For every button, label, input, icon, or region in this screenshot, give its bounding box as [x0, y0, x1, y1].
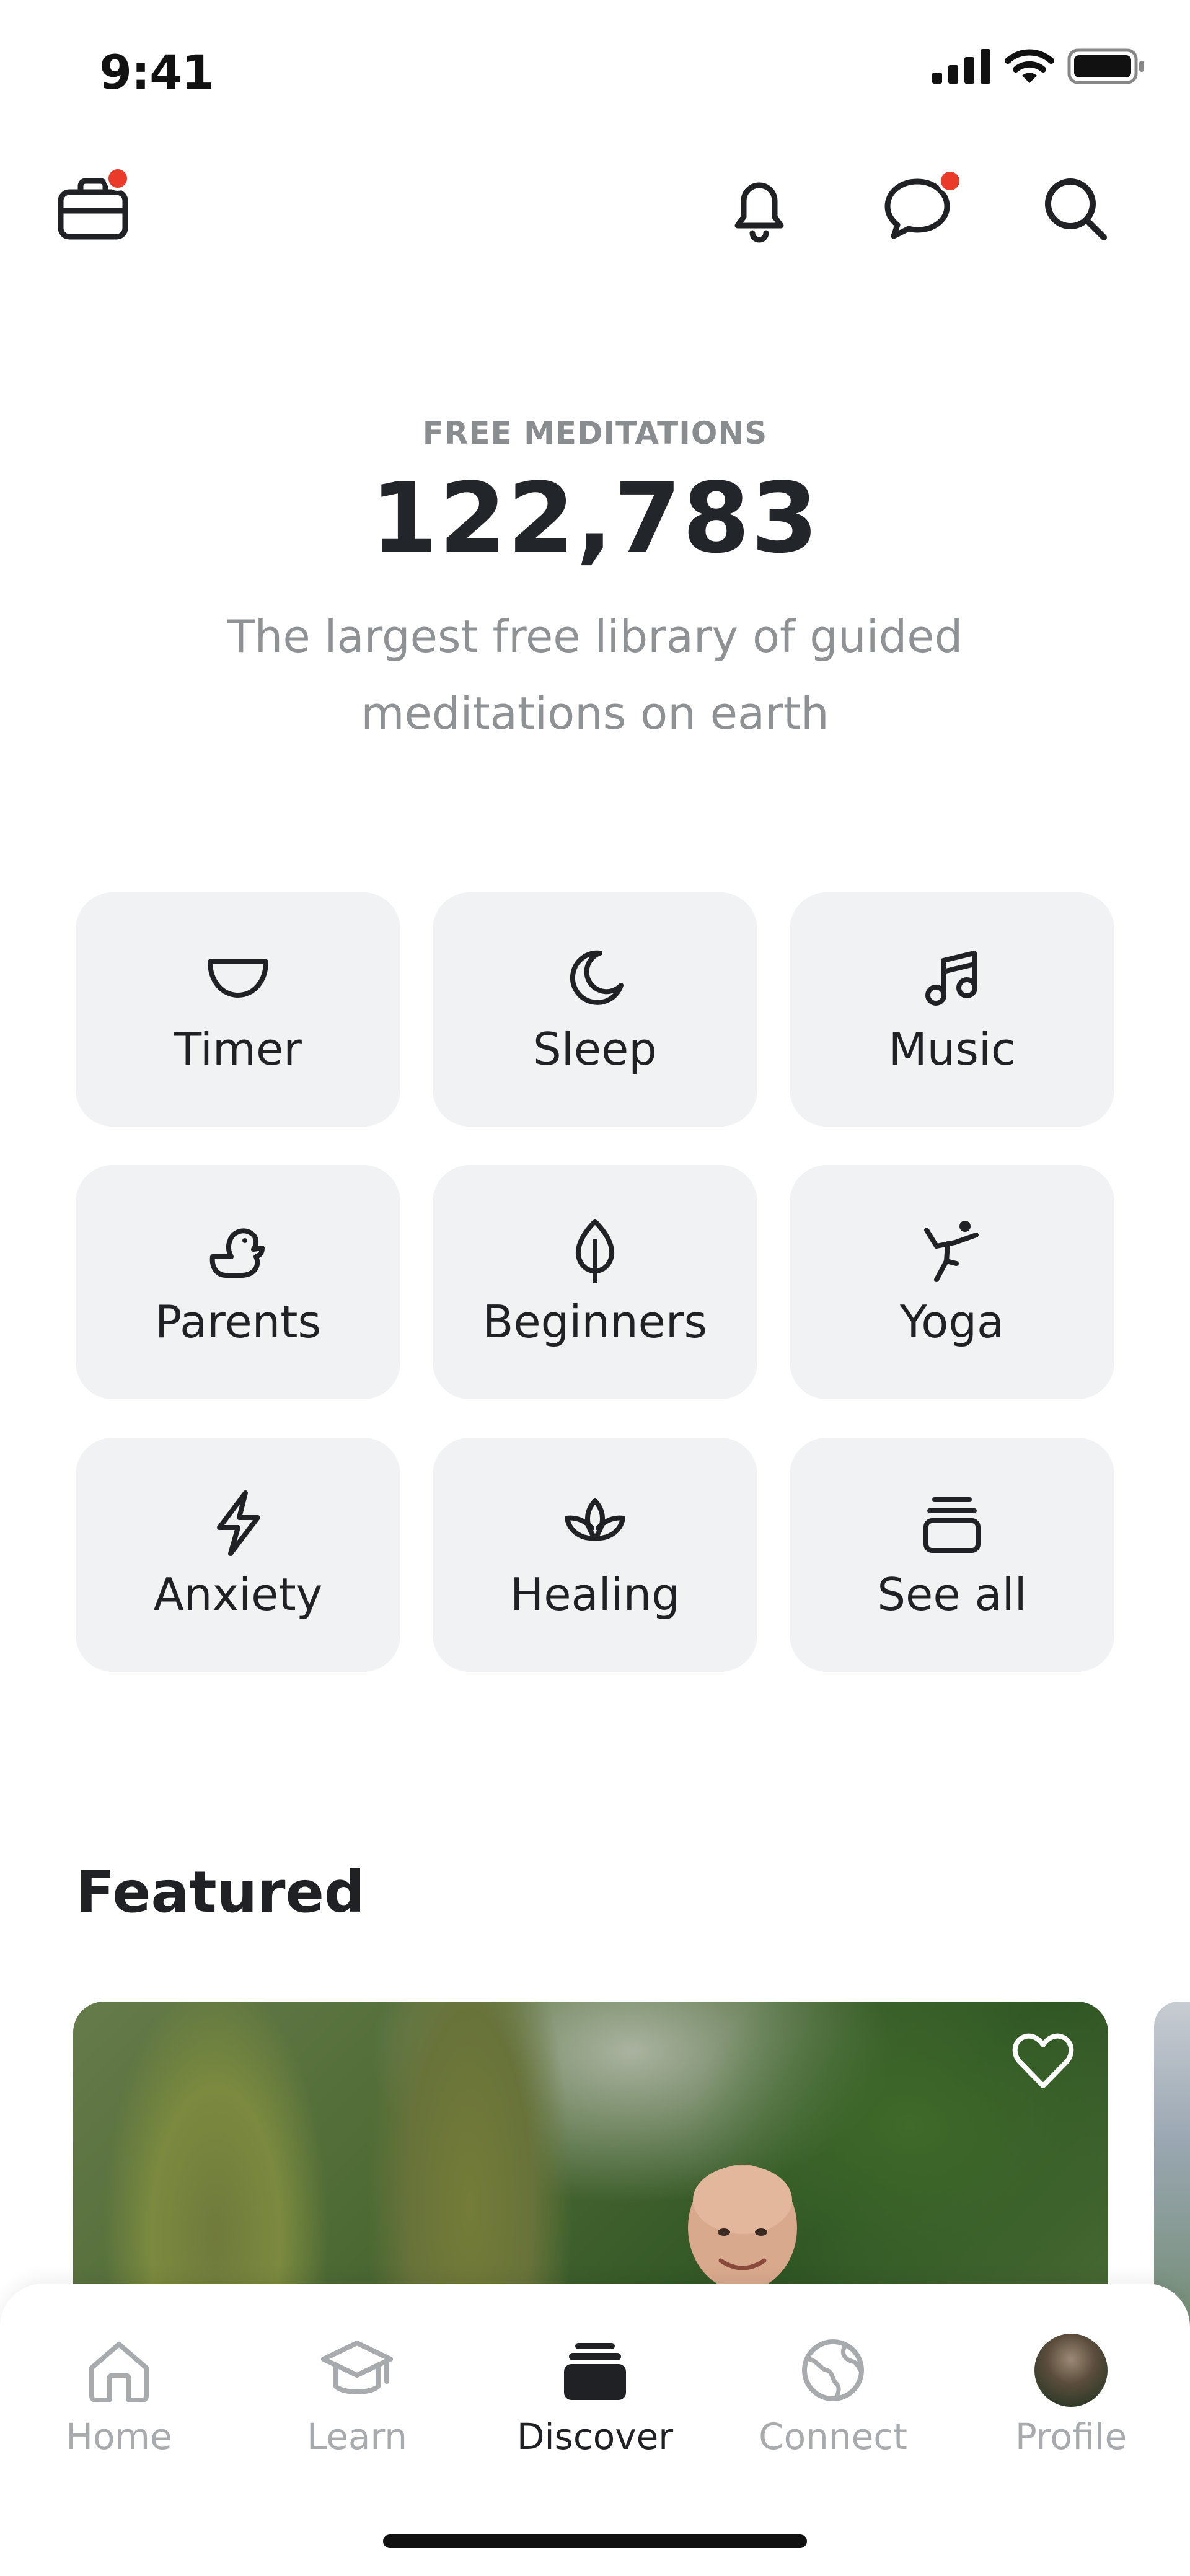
search-icon	[1045, 178, 1107, 240]
nav-label: Discover	[516, 2416, 674, 2458]
leaf-icon	[561, 1216, 629, 1285]
category-label: Parents	[155, 1296, 321, 1348]
status-icons	[932, 48, 1145, 84]
notifications-button[interactable]	[719, 169, 800, 249]
status-time: 9:41	[99, 45, 214, 100]
stack-icon	[918, 1489, 986, 1557]
category-label: Beginners	[482, 1296, 708, 1348]
graduation-cap-icon	[317, 2330, 397, 2411]
category-label: Sleep	[532, 1023, 657, 1075]
meditation-count: 122,783	[370, 462, 820, 574]
hero-subtitle: The largest free library of guided medit…	[227, 610, 963, 739]
category-label: Healing	[510, 1568, 680, 1620]
category-label: Music	[888, 1023, 1016, 1075]
category-anxiety[interactable]: Anxiety	[76, 1438, 400, 1672]
wifi-icon	[1005, 49, 1054, 83]
nav-home[interactable]: Home	[14, 2330, 224, 2458]
nav-label: Home	[66, 2416, 172, 2458]
hero-kicker: FREE MEDITATIONS	[422, 415, 768, 451]
lotus-icon	[561, 1489, 629, 1557]
music-note-icon	[918, 944, 986, 1012]
category-label: See all	[877, 1568, 1027, 1620]
notification-dot	[938, 169, 963, 193]
nav-profile[interactable]: Profile	[966, 2330, 1176, 2458]
nav-learn[interactable]: Learn	[252, 2330, 462, 2458]
category-see-all[interactable]: See all	[790, 1438, 1114, 1672]
search-button[interactable]	[1035, 169, 1116, 249]
signal-icon	[932, 49, 990, 84]
nav-label: Connect	[759, 2416, 907, 2458]
avatar	[1034, 2334, 1108, 2407]
battery-icon	[1067, 48, 1144, 84]
home-icon	[79, 2330, 159, 2411]
category-healing[interactable]: Healing	[433, 1438, 757, 1672]
featured-heading: Featured	[76, 1859, 365, 1925]
category-beginners[interactable]: Beginners	[433, 1165, 757, 1399]
category-grid: Timer Sleep Music Parents Beginners Yoga…	[76, 892, 1114, 1672]
bowl-icon	[204, 944, 272, 1012]
heart-icon[interactable]	[1009, 2026, 1077, 2095]
notification-dot	[105, 166, 130, 191]
globe-icon	[793, 2330, 873, 2411]
briefcase-button[interactable]	[53, 166, 133, 248]
home-indicator	[383, 2534, 807, 2548]
category-music[interactable]: Music	[790, 892, 1114, 1127]
duck-icon	[204, 1216, 272, 1285]
nav-label: Learn	[306, 2416, 408, 2458]
category-timer[interactable]: Timer	[76, 892, 400, 1127]
bell-icon	[734, 182, 784, 243]
moon-icon	[561, 944, 629, 1012]
lightning-icon	[204, 1489, 272, 1557]
nav-label: Profile	[1015, 2416, 1127, 2458]
nav-discover[interactable]: Discover	[490, 2330, 700, 2458]
discover-stack-icon	[555, 2330, 635, 2411]
category-yoga[interactable]: Yoga	[790, 1165, 1114, 1399]
messages-button[interactable]	[877, 169, 963, 249]
bottom-nav: Home Learn Discover Connect Profile	[0, 2284, 1190, 2576]
category-label: Anxiety	[153, 1568, 323, 1620]
category-label: Timer	[174, 1023, 302, 1075]
nav-connect[interactable]: Connect	[728, 2330, 938, 2458]
yoga-pose-icon	[918, 1216, 986, 1285]
category-parents[interactable]: Parents	[76, 1165, 400, 1399]
category-sleep[interactable]: Sleep	[433, 892, 757, 1127]
category-label: Yoga	[899, 1296, 1005, 1348]
